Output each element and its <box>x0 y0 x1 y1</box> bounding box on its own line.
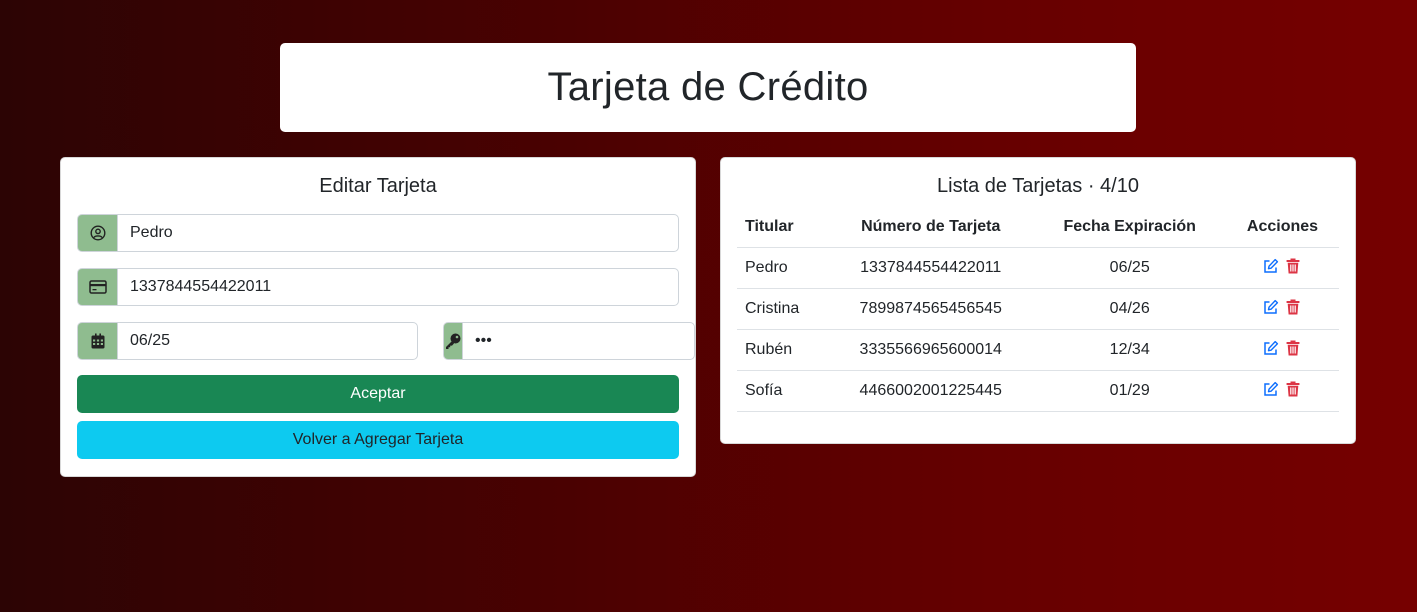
form-title: Editar Tarjeta <box>319 175 437 197</box>
key-icon <box>443 322 462 360</box>
table-header-row: Titular Número de Tarjeta Fecha Expiraci… <box>737 207 1339 248</box>
holder-cell: Cristina <box>737 288 829 330</box>
card-number-input[interactable] <box>117 268 679 306</box>
trash-icon[interactable] <box>1285 340 1301 356</box>
number-input-group <box>77 268 679 306</box>
table-row: Pedro 1337844554422011 06/25 <box>737 247 1339 289</box>
column-header: Número de Tarjeta <box>828 207 1034 248</box>
table-row: Sofía 4466002001225445 01/29 <box>737 370 1339 412</box>
expiry-cell: 04/26 <box>1033 288 1226 330</box>
list-title: Lista de Tarjetas · 4/10 <box>937 175 1139 197</box>
calendar-icon <box>77 322 117 360</box>
cards-table: Titular Número de Tarjeta Fecha Expiraci… <box>737 207 1339 412</box>
edit-icon[interactable] <box>1263 299 1279 315</box>
edit-icon[interactable] <box>1263 258 1279 274</box>
expiry-cell: 06/25 <box>1033 247 1226 289</box>
user-circle-icon <box>77 214 117 252</box>
holder-input[interactable] <box>117 214 679 252</box>
trash-icon[interactable] <box>1285 299 1301 315</box>
number-cell: 3335566965600014 <box>828 329 1034 371</box>
column-header: Acciones <box>1225 207 1339 248</box>
page-title: Tarjeta de Crédito <box>547 65 869 109</box>
accept-button[interactable]: Aceptar <box>77 375 679 413</box>
cvv-input-group <box>443 322 695 360</box>
holder-cell: Rubén <box>737 329 829 371</box>
expiry-input[interactable] <box>117 322 418 360</box>
table-row: Cristina 7899874565456545 04/26 <box>737 288 1339 330</box>
number-cell: 4466002001225445 <box>828 370 1034 412</box>
title-card: Tarjeta de Crédito <box>280 43 1136 132</box>
holder-input-group <box>77 214 679 252</box>
trash-icon[interactable] <box>1285 258 1301 274</box>
back-to-add-button[interactable]: Volver a Agregar Tarjeta <box>77 421 679 459</box>
expiry-cell: 01/29 <box>1033 370 1226 412</box>
cvv-input[interactable] <box>462 322 695 360</box>
actions-cell <box>1225 288 1339 330</box>
holder-cell: Sofía <box>737 370 829 412</box>
column-header: Fecha Expiración <box>1033 207 1226 248</box>
table-row: Rubén 3335566965600014 12/34 <box>737 329 1339 371</box>
trash-icon[interactable] <box>1285 381 1301 397</box>
credit-card-icon <box>77 268 117 306</box>
card-list: Lista de Tarjetas · 4/10 Titular Número … <box>720 157 1356 444</box>
edit-card-form: Editar Tarjeta Pedro 1337844554422011 06… <box>60 157 696 477</box>
expiry-cvv-row <box>77 322 695 376</box>
column-header: Titular <box>737 207 829 248</box>
number-cell: 7899874565456545 <box>828 288 1034 330</box>
holder-cell: Pedro <box>737 247 829 289</box>
expiry-input-group <box>77 322 418 360</box>
edit-icon[interactable] <box>1263 340 1279 356</box>
number-cell: 1337844554422011 <box>828 247 1034 289</box>
expiry-cell: 12/34 <box>1033 329 1226 371</box>
actions-cell <box>1225 370 1339 412</box>
actions-cell <box>1225 329 1339 371</box>
edit-icon[interactable] <box>1263 381 1279 397</box>
actions-cell <box>1225 247 1339 289</box>
